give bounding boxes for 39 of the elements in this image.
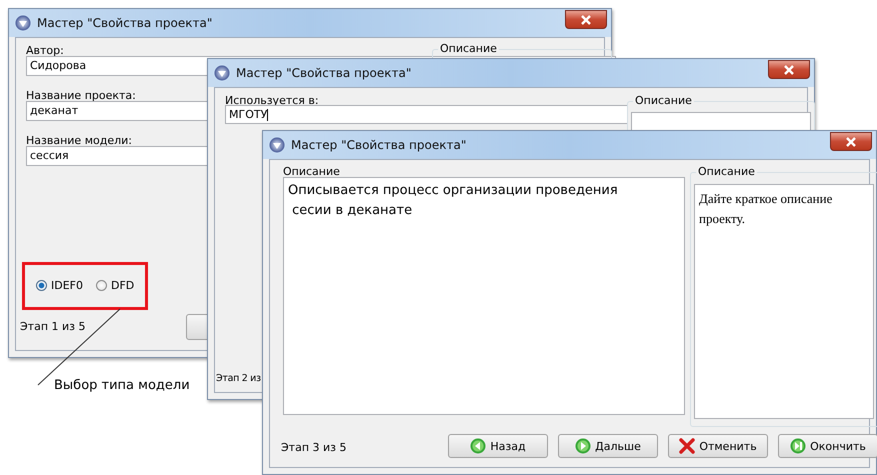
app-icon xyxy=(15,15,31,31)
radio-button[interactable] xyxy=(96,280,107,291)
text-area[interactable]: Описывается процесс организации проведения сесии в деканате xyxy=(283,177,685,415)
group-label: Описание xyxy=(438,42,499,55)
cancel-button[interactable]: Отменить xyxy=(668,434,768,458)
radio-label[interactable]: IDEF0 xyxy=(51,279,83,292)
back-button[interactable]: Назад xyxy=(448,434,548,458)
window-title: Мастер "Свойства проекта" xyxy=(37,16,212,30)
close-button[interactable] xyxy=(565,10,607,29)
group-label: Описание xyxy=(696,165,757,178)
step-label: Этап 2 из xyxy=(216,373,261,384)
radio-label[interactable]: DFD xyxy=(111,279,134,292)
close-button[interactable] xyxy=(830,132,872,151)
close-icon xyxy=(845,136,857,146)
close-button[interactable] xyxy=(768,60,810,79)
field-label: Название проекта: xyxy=(26,89,136,102)
text-field[interactable]: МГОТУ xyxy=(225,105,628,124)
next-button[interactable]: Дальше xyxy=(558,434,658,458)
app-icon xyxy=(269,137,285,153)
field-label: Описание xyxy=(283,165,340,178)
field-label: Автор: xyxy=(26,44,64,57)
app-icon xyxy=(214,65,230,81)
cross-icon xyxy=(679,438,696,454)
window-title: Мастер "Свойства проекта" xyxy=(291,138,466,152)
close-icon xyxy=(783,64,795,74)
step-label: Этап 3 из 5 xyxy=(281,441,347,454)
radio-button[interactable] xyxy=(36,280,47,291)
left-arrow-icon xyxy=(470,438,486,454)
group-label: Описание xyxy=(633,94,694,107)
hint-text: Дайте краткое описание проекту. xyxy=(694,184,874,419)
field-label: Используется в: xyxy=(225,94,319,107)
step-label: Этап 1 из 5 xyxy=(20,320,86,333)
right-arrow-icon xyxy=(575,438,592,454)
close-icon xyxy=(580,14,592,24)
skip-end-icon xyxy=(790,438,806,454)
finish-button[interactable]: Окончить xyxy=(778,434,877,458)
field-label: Название модели: xyxy=(26,134,132,147)
annotation-text: Выбор типа модели xyxy=(54,378,190,393)
window-title: Мастер "Свойства проекта" xyxy=(236,66,412,80)
